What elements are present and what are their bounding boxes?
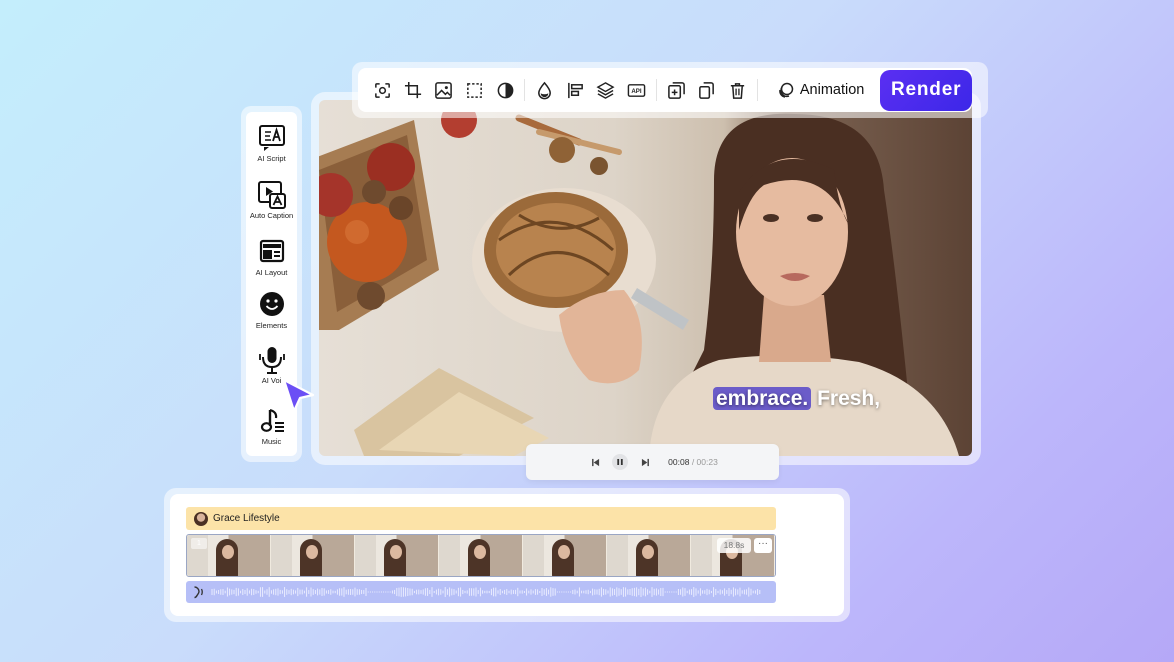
microphone-icon [258,347,285,374]
color-button[interactable] [529,74,560,106]
drop-icon [538,81,552,99]
total-time: 00:23 [696,457,718,467]
caption-text: Fresh, [811,387,881,410]
audio-waveform [211,587,761,597]
animation-icon [779,82,794,98]
clip-thumbnail [355,535,439,576]
pause-icon [617,459,623,465]
trash-icon [730,82,745,99]
delete-button[interactable] [722,74,753,106]
sidebar-item-ai-script[interactable]: AI Script [246,123,297,180]
mouse-cursor-icon [282,378,315,413]
clip-duration-badge: 18.8s [717,538,751,553]
toolbar-divider [524,79,526,101]
subtitle-caption: embrace. Fresh, [713,387,880,411]
add-copy-icon [667,81,685,99]
layers-icon [596,81,616,99]
clip-thumbnail [523,535,607,576]
focus-icon [374,82,390,98]
sidebar-item-label: Auto Caption [249,211,294,221]
api-icon: API [627,83,646,97]
sidebar-item-label: Music [261,437,282,447]
video-clip-track[interactable] [186,534,776,577]
sidebar-item-ai-layout[interactable]: AI Layout [246,237,297,290]
duplicate-button[interactable] [692,74,723,106]
toolbar-divider [655,79,657,101]
playback-controls: 00:08 / 00:23 [526,444,779,480]
smiley-icon [259,291,284,316]
layers-button[interactable] [591,74,622,106]
clip-thumbnail [439,535,523,576]
clip-more-button[interactable]: ··· [754,538,772,553]
selection-button[interactable] [459,74,490,106]
add-copy-button[interactable] [661,74,692,106]
ai-script-icon [258,125,285,151]
skip-back-icon [591,458,599,466]
caption-highlight-word: embrace. [713,387,812,410]
clip-number-badge: 1 [191,538,207,549]
sidebar-item-label: Elements [255,320,288,330]
avatar [194,511,208,526]
sidebar-item-elements[interactable]: Elements [246,290,297,346]
duplicate-icon [699,81,715,99]
api-text: API [632,88,643,95]
toolbar-divider [756,79,758,101]
ai-layout-icon [259,239,284,263]
audio-track[interactable] [186,581,776,603]
editing-toolbar: API Animation Render [358,68,972,112]
align-button[interactable] [560,74,591,106]
crop-button[interactable] [398,74,429,106]
sidebar-item-label: AI Script [257,154,286,163]
contrast-icon [497,82,513,98]
render-button[interactable]: Render [880,69,972,111]
track-title-bar[interactable]: Grace Lifestyle [186,507,776,530]
time-separator: / [689,457,697,467]
animation-label: Animation [799,82,865,98]
current-time: 00:08 [668,457,690,467]
align-left-icon [567,82,583,98]
animation-button[interactable]: Animation [768,74,876,106]
sidebar-item-label: AI Voi [261,376,282,385]
selection-icon [466,82,482,98]
skip-back-button[interactable] [587,454,603,470]
clip-thumbnail [271,535,355,576]
track-name: Grace Lifestyle [213,513,280,524]
auto-caption-icon [257,181,286,210]
pause-button[interactable] [612,454,629,470]
image-icon [435,81,453,99]
skip-forward-button[interactable] [637,454,653,470]
time-display: 00:08 / 00:23 [668,457,718,467]
sidebar-item-label: AI Layout [255,267,288,277]
api-button[interactable]: API [621,74,652,106]
skip-forward-icon [641,458,649,466]
clip-thumbnail [607,535,691,576]
image-button[interactable] [428,74,459,106]
focus-button[interactable] [367,74,398,106]
crop-icon [404,81,421,98]
contrast-button[interactable] [490,74,521,106]
sidebar-item-auto-caption[interactable]: Auto Caption [246,180,297,236]
